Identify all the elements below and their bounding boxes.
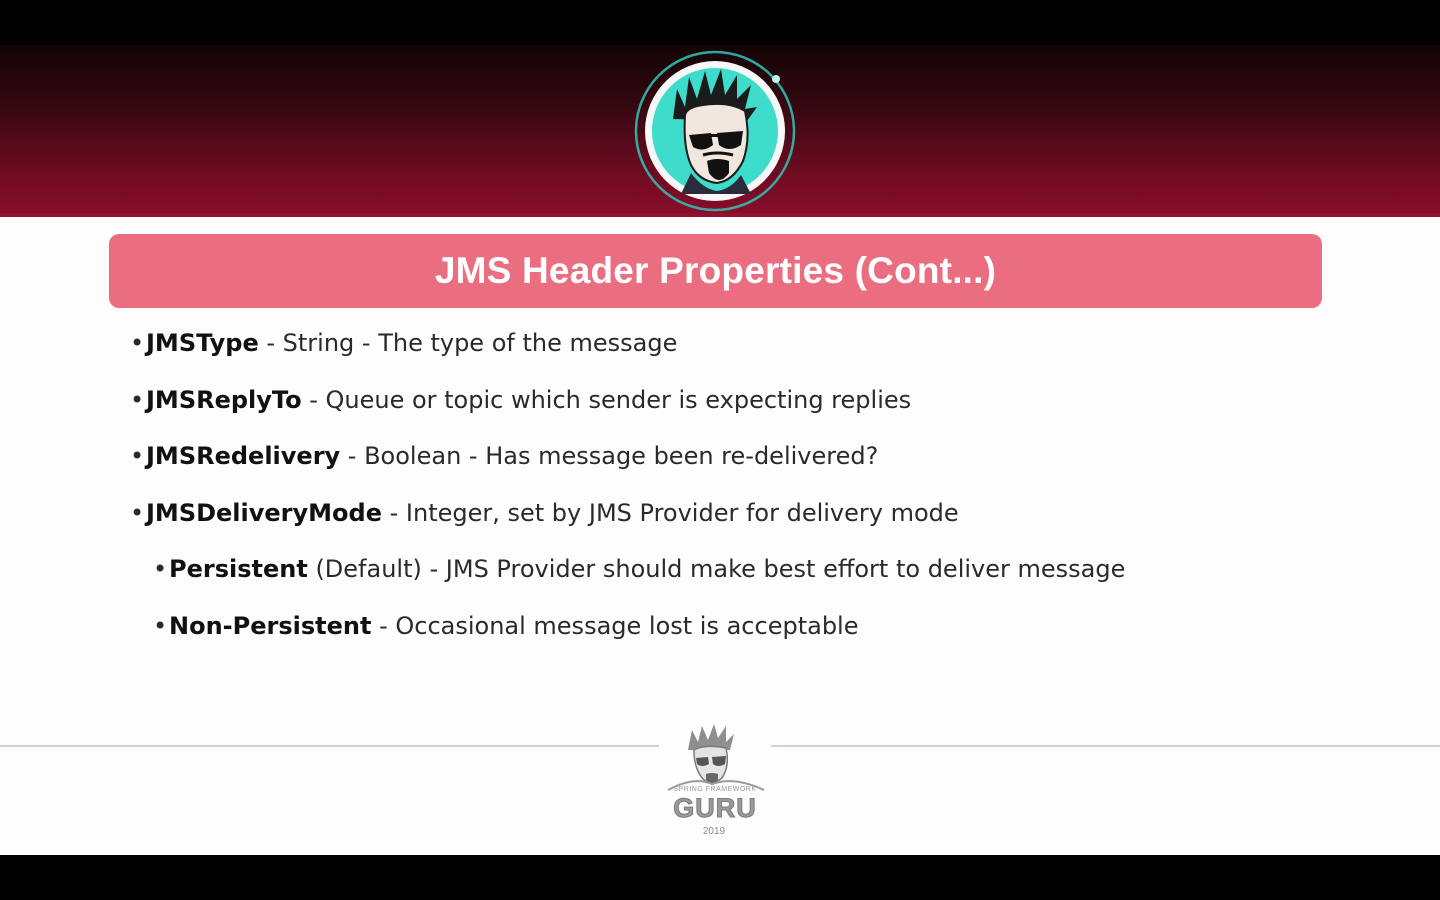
- letterbox-top: [0, 0, 1440, 45]
- bullet-term: Non-Persistent: [169, 611, 372, 640]
- slide: JMS Header Properties (Cont...) •JMSType…: [0, 45, 1440, 855]
- bullet-desc: - Integer, set by JMS Provider for deliv…: [381, 498, 959, 527]
- bullet-dot: •: [130, 442, 145, 470]
- bullet-desc: - Boolean - Has message been re-delivere…: [340, 442, 879, 470]
- sub-bullet-item: •Non-Persistent - Occasional message los…: [130, 606, 1280, 663]
- bullet-item: •JMSReplyTo - Queue or topic which sende…: [130, 380, 1280, 437]
- bullet-term: JMSDeliveryMode: [146, 498, 382, 527]
- bullet-item: •JMSDeliveryMode - Integer, set by JMS P…: [130, 493, 1280, 550]
- bullet-dot: •: [130, 385, 145, 414]
- bullet-desc: - String - The type of the message: [258, 329, 678, 357]
- bullet-item: •JMSRedelivery - Boolean - Has message b…: [130, 436, 1280, 493]
- bullet-term: JMSRedelivery: [146, 442, 341, 470]
- slide-title-bar: JMS Header Properties (Cont...): [109, 234, 1322, 308]
- bullet-dot: •: [130, 498, 145, 527]
- footer-divider-right: [771, 745, 1440, 747]
- bullet-desc: - Occasional message lost is acceptable: [371, 611, 859, 640]
- bullet-list: •JMSType - String - The type of the mess…: [130, 323, 1280, 662]
- sub-bullet-item: •Persistent (Default) - JMS Provider sho…: [130, 549, 1280, 606]
- slide-title: JMS Header Properties (Cont...): [434, 250, 997, 291]
- bullet-desc: - Queue or topic which sender is expecti…: [301, 385, 912, 414]
- bullet-term: JMSType: [146, 329, 259, 357]
- logo-wordmark: GURU: [673, 793, 757, 824]
- guru-avatar-icon: [633, 49, 797, 213]
- bullet-desc: (Default) - JMS Provider should make bes…: [307, 555, 1126, 583]
- bullet-dot: •: [153, 555, 168, 583]
- banner-divider: [0, 213, 1440, 217]
- bullet-dot: •: [130, 329, 145, 357]
- letterbox-bottom: [0, 855, 1440, 900]
- bullet-term: Persistent: [169, 555, 308, 583]
- logo-tagline: SPRING FRAMEWORK: [673, 786, 757, 793]
- bullet-dot: •: [153, 611, 168, 640]
- footer-divider-left: [0, 745, 659, 747]
- bullet-term: JMSReplyTo: [146, 385, 302, 414]
- logo-year: 2019: [702, 826, 726, 837]
- bullet-item: •JMSType - String - The type of the mess…: [130, 323, 1280, 380]
